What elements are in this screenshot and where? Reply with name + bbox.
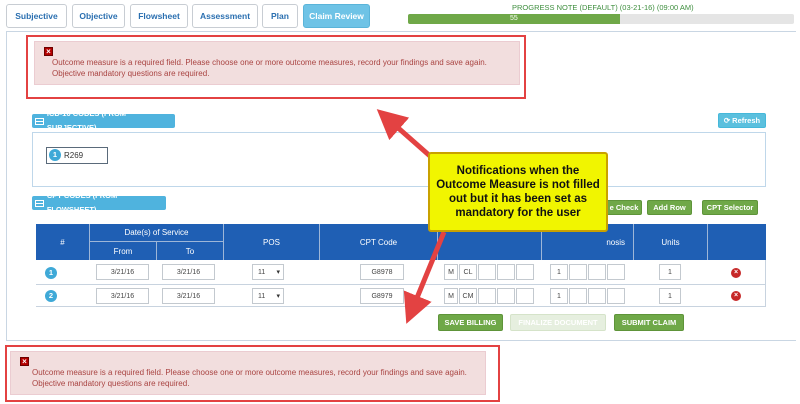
arrow-to-top-alert: [376, 109, 432, 158]
annotation-callout: Notifications when the Outcome Measure i…: [428, 152, 608, 232]
arrow-to-bottom-alert: [403, 231, 447, 324]
annotation-arrows: [376, 109, 447, 324]
